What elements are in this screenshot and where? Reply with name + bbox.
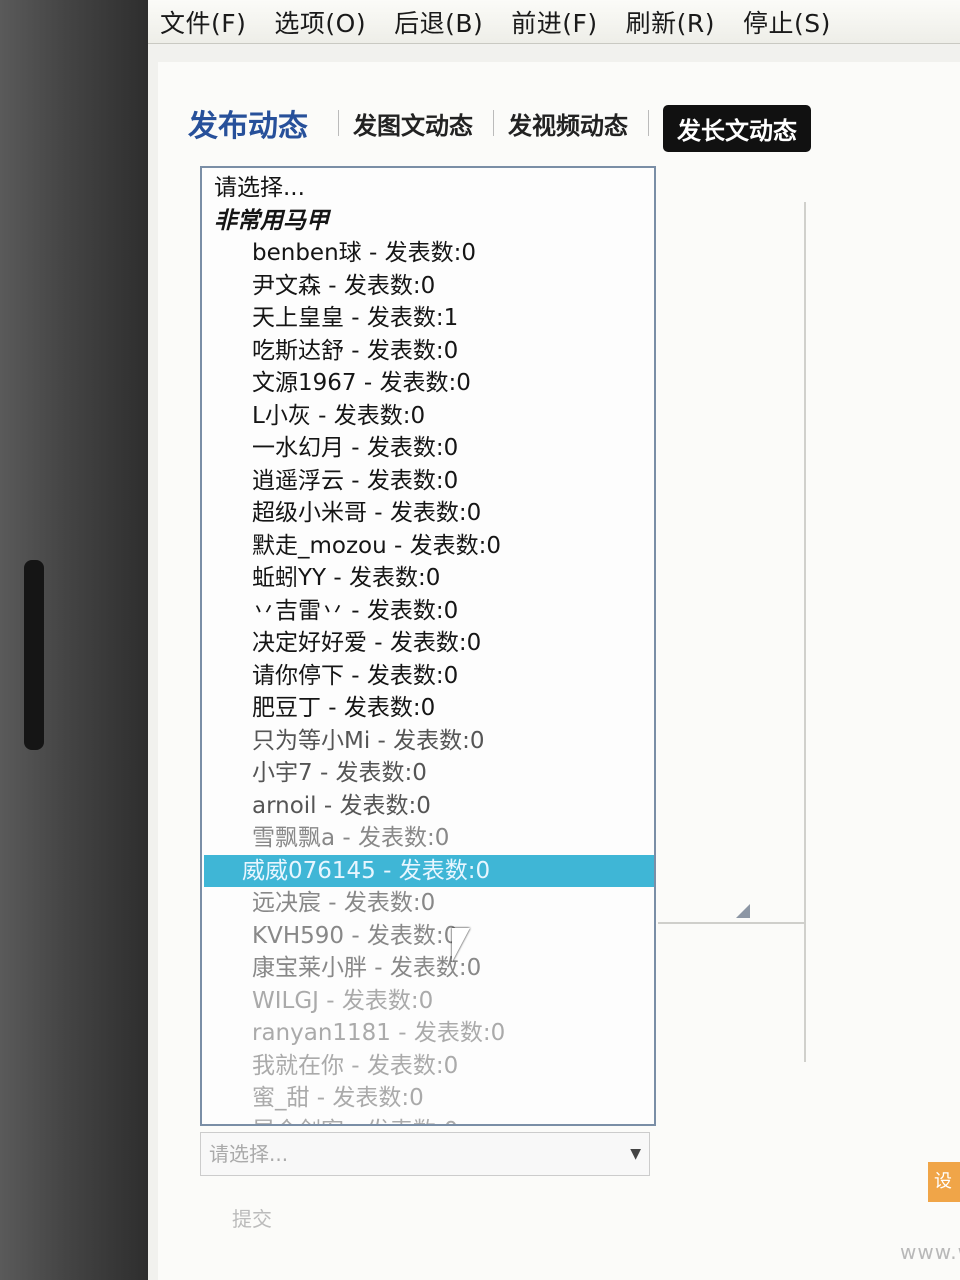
- account-option[interactable]: 丷吉雷丷 - 发表数:0: [208, 595, 654, 628]
- account-option[interactable]: L小灰 - 发表数:0: [208, 400, 654, 433]
- account-option[interactable]: 默走_mozou - 发表数:0: [208, 530, 654, 563]
- option-group-label: 非常用马甲: [214, 207, 329, 234]
- account-option[interactable]: ranyan1181 - 发表数:0: [208, 1017, 654, 1050]
- post-tabs: 发布动态 发图文动态 发视频动态 发长文动态: [188, 98, 888, 152]
- tab-video-post[interactable]: 发视频动态: [508, 106, 628, 141]
- tab-divider: [338, 110, 339, 136]
- account-option[interactable]: 文源1967 - 发表数:0: [208, 367, 654, 400]
- watermark: www.wooyun.org: [900, 1240, 960, 1264]
- account-option[interactable]: WILGJ - 发表数:0: [208, 985, 654, 1018]
- secondary-select[interactable]: 请选择... ▼: [200, 1132, 650, 1176]
- account-option[interactable]: 尹文森 - 发表数:0: [208, 270, 654, 303]
- page-title: 发布动态: [188, 109, 308, 144]
- page-content: 发布动态 发图文动态 发视频动态 发长文动态 请选择... 非常用马甲 benb…: [158, 62, 960, 1280]
- tab-long-text-post[interactable]: 发长文动态: [663, 104, 811, 152]
- submit-button[interactable]: 提交: [226, 1202, 278, 1233]
- account-option[interactable]: 一水幻月 - 发表数:0: [208, 432, 654, 465]
- account-option[interactable]: 请你停下 - 发表数:0: [208, 660, 654, 693]
- account-option[interactable]: 肥豆丁 - 发表数:0: [208, 692, 654, 725]
- bezel-slot: [24, 560, 44, 750]
- account-option[interactable]: 只为等小Mi - 发表数:0: [208, 725, 654, 758]
- chevron-down-icon: ▼: [630, 1146, 641, 1162]
- account-select-dropdown[interactable]: 请选择... 非常用马甲 benben球 - 发表数:0 尹文森 - 发表数:0 天…: [200, 166, 656, 1126]
- menu-options[interactable]: 选项(O): [274, 4, 366, 40]
- resize-grip-icon[interactable]: [736, 904, 750, 918]
- account-option[interactable]: 小宇7 - 发表数:0: [208, 757, 654, 790]
- account-option-list: 请选择... 非常用马甲 benben球 - 发表数:0 尹文森 - 发表数:0 天…: [204, 172, 654, 1125]
- account-option[interactable]: KVH590 - 发表数:0: [208, 920, 654, 953]
- account-option[interactable]: 吃斯达舒 - 发表数:0: [208, 335, 654, 368]
- tab-image-text-post[interactable]: 发图文动态: [353, 106, 473, 141]
- menu-back[interactable]: 后退(B): [394, 4, 483, 40]
- side-action-button[interactable]: 设: [928, 1162, 960, 1202]
- account-option[interactable]: 我就在你 - 发表数:0: [208, 1050, 654, 1083]
- editor-bottom-border: [658, 922, 805, 924]
- tab-divider: [648, 110, 649, 136]
- tab-divider: [493, 110, 494, 136]
- account-option[interactable]: 逍遥浮云 - 发表数:0: [208, 465, 654, 498]
- account-option[interactable]: 昆仑剑客 - 发表数:0: [208, 1115, 654, 1125]
- editor-border: [804, 202, 806, 1062]
- select-placeholder-option[interactable]: 请选择...: [208, 172, 654, 205]
- account-option[interactable]: arnoil - 发表数:0: [208, 790, 654, 823]
- menu-forward[interactable]: 前进(F): [511, 4, 597, 40]
- account-option[interactable]: 决定好好爱 - 发表数:0: [208, 627, 654, 660]
- account-option[interactable]: 远决宸 - 发表数:0: [208, 887, 654, 920]
- account-option[interactable]: 蜜_甜 - 发表数:0: [208, 1082, 654, 1115]
- secondary-select-value: 请选择...: [209, 1142, 289, 1166]
- account-option[interactable]: benben球 - 发表数:0: [208, 237, 654, 270]
- account-option[interactable]: 超级小米哥 - 发表数:0: [208, 497, 654, 530]
- mouse-cursor-icon: [452, 928, 470, 962]
- browser-screen: 文件(F) 选项(O) 后退(B) 前进(F) 刷新(R) 停止(S) 发布动态…: [148, 0, 960, 1280]
- account-option-selected[interactable]: 威威076145 - 发表数:0: [204, 854, 654, 887]
- account-option[interactable]: 蚯蚓YY - 发表数:0: [208, 562, 654, 595]
- account-option[interactable]: 雪飘飘a - 发表数:0: [208, 822, 654, 855]
- menu-stop[interactable]: 停止(S): [743, 4, 831, 40]
- menu-refresh[interactable]: 刷新(R): [626, 4, 715, 40]
- monitor-bezel: [0, 0, 148, 1280]
- account-option[interactable]: 康宝莱小胖 - 发表数:0: [208, 952, 654, 985]
- menu-file[interactable]: 文件(F): [160, 4, 246, 40]
- menu-bar: 文件(F) 选项(O) 后退(B) 前进(F) 刷新(R) 停止(S): [148, 0, 960, 44]
- account-option[interactable]: 天上皇皇 - 发表数:1: [208, 302, 654, 335]
